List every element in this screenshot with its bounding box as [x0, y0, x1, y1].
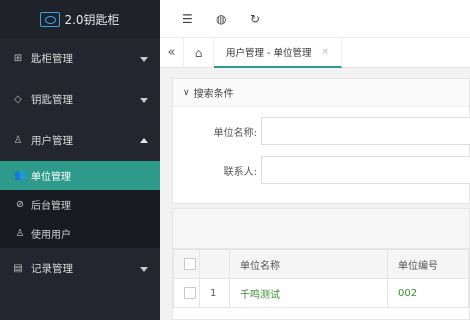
sidebar: 2.0钥匙柜 ⊞ 匙柜管理 ◇ 钥匙管理 ♙ 用户管理 👥 单位管理 ⊘ 后台管…: [0, 0, 160, 320]
user-icon: ♙: [13, 135, 23, 146]
home-icon[interactable]: ⌂: [184, 37, 214, 68]
close-icon[interactable]: ×: [321, 47, 329, 57]
search-panel-header[interactable]: ∨ 搜索条件: [173, 79, 469, 107]
chevron-down-icon: ∨: [183, 87, 190, 98]
doc-icon: ▤: [13, 263, 23, 274]
form-row-unit-name: 单位名称:: [173, 117, 470, 145]
sidebar-subitem-label: 使用用户: [31, 230, 71, 241]
brand[interactable]: 2.0钥匙柜: [0, 0, 160, 38]
globe-icon[interactable]: ◍: [216, 12, 250, 26]
refresh-icon[interactable]: ↻: [250, 12, 284, 26]
table-toolbar: [173, 209, 469, 249]
row-index: 1: [199, 278, 230, 308]
row-unit-code: 002: [387, 278, 469, 308]
contact-label: 联系人:: [223, 166, 257, 178]
sidebar-item-keys[interactable]: ◇ 钥匙管理: [0, 79, 160, 120]
sidebar-subitem-end-users[interactable]: ♙ 使用用户: [0, 219, 160, 248]
sidebar-subitem-admin[interactable]: ⊘ 后台管理: [0, 190, 160, 219]
person-icon: ♙: [15, 228, 25, 239]
app-title: 2.0钥匙柜: [64, 12, 120, 27]
chevron-up-icon: [140, 137, 148, 143]
search-panel-title: 搜索条件: [193, 89, 234, 100]
users-icon: 👥: [14, 170, 26, 181]
chevron-down-icon: [140, 266, 148, 272]
unit-name-label: 单位名称:: [213, 127, 257, 139]
sidebar-item-label: 记录管理: [31, 263, 73, 275]
unit-name-input[interactable]: [261, 117, 470, 145]
form-row-contact: 联系人:: [173, 156, 470, 184]
unit-table: 单位名称 单位编号 1 千鸣测试 002: [173, 249, 469, 308]
unit-code-header[interactable]: 单位编号: [387, 249, 469, 279]
unit-table-panel: 单位名称 单位编号 1 千鸣测试 002: [172, 208, 470, 320]
chevron-down-icon: [140, 97, 148, 103]
sidebar-item-records[interactable]: ▤ 记录管理: [0, 248, 160, 289]
sidebar-submenu: 👥 单位管理 ⊘ 后台管理 ♙ 使用用户: [0, 161, 160, 248]
select-all-checkbox[interactable]: [184, 258, 196, 270]
shield-icon: ⊘: [16, 199, 24, 210]
sidebar-subitem-units[interactable]: 👥 单位管理: [0, 161, 160, 190]
tab-bar: « ⌂ 用户管理 - 单位管理 ×: [160, 37, 470, 68]
sidebar-subitem-label: 后台管理: [31, 201, 71, 212]
contact-input[interactable]: [261, 156, 470, 184]
sidebar-item-label: 用户管理: [31, 135, 73, 147]
table-header-row: 单位名称 单位编号: [173, 249, 469, 279]
key-cabinet-logo-icon: [40, 11, 61, 27]
unit-name-header[interactable]: 单位名称: [229, 249, 388, 279]
menu-icon[interactable]: ☰: [182, 12, 216, 26]
sidebar-item-users[interactable]: ♙ 用户管理: [0, 120, 160, 161]
sidebar-item-label: 匙柜管理: [31, 53, 73, 65]
tag-icon: ◇: [14, 94, 22, 105]
top-toolbar: ☰ ◍ ↻: [160, 0, 470, 38]
search-panel: ∨ 搜索条件 单位名称: 联系人:: [172, 78, 470, 204]
index-header: [199, 249, 230, 279]
row-unit-name[interactable]: 千鸣测试: [229, 278, 388, 308]
select-all-cell: [173, 249, 200, 279]
chevron-down-icon: [140, 56, 148, 62]
sidebar-item-cabinet[interactable]: ⊞ 匙柜管理: [0, 38, 160, 79]
row-select-cell: [173, 278, 200, 308]
tab-unit-management[interactable]: 用户管理 - 单位管理 ×: [214, 37, 343, 68]
table-row[interactable]: 1 千鸣测试 002: [173, 278, 469, 308]
grid-icon: ⊞: [13, 53, 23, 64]
sidebar-subitem-label: 单位管理: [31, 172, 71, 183]
row-checkbox[interactable]: [184, 287, 196, 299]
sidebar-item-label: 钥匙管理: [31, 94, 73, 106]
tab-label: 用户管理 - 单位管理: [226, 47, 312, 59]
tab-scroll-left-icon[interactable]: «: [160, 37, 184, 68]
